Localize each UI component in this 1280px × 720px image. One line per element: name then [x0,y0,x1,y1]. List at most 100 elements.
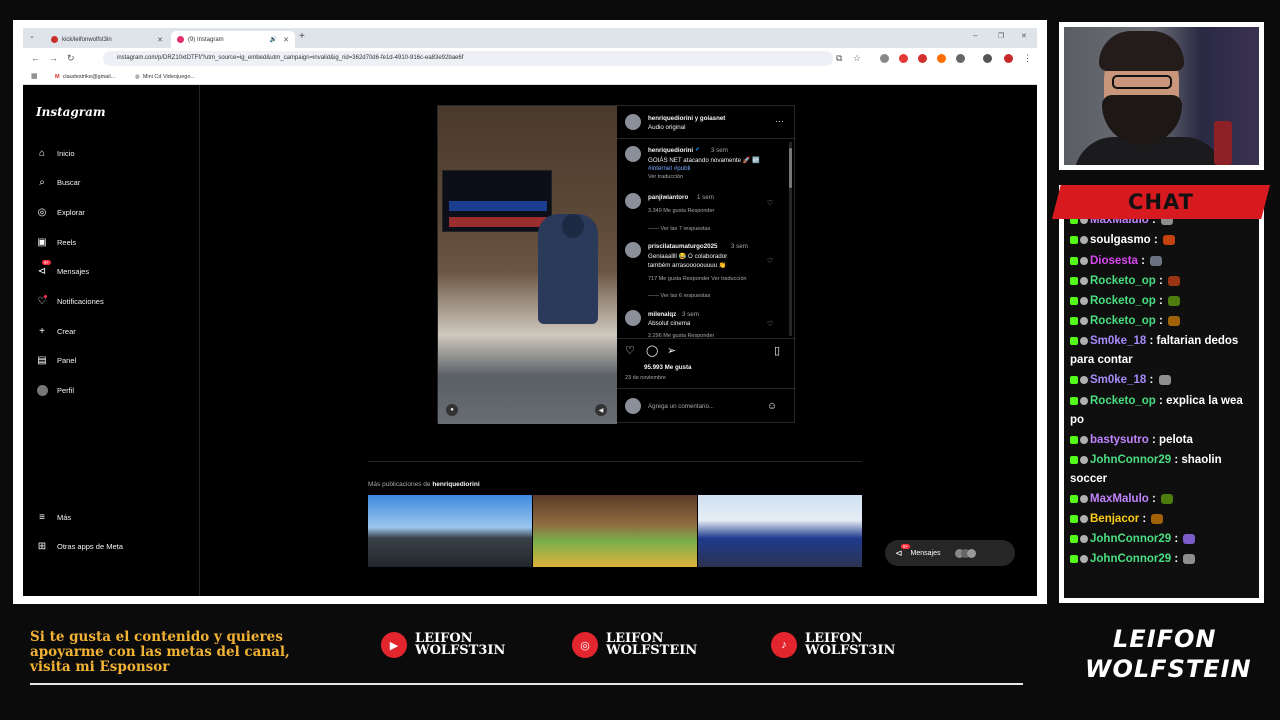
chat-username[interactable]: Sm0ke_18 [1090,335,1146,347]
puzzle-icon[interactable] [956,54,965,63]
sub-badge-icon [1080,535,1088,544]
maximize-icon[interactable]: ❐ [998,32,1004,40]
see-translation-link[interactable]: Ver traducción [648,174,683,180]
share-icon[interactable]: ➢ [667,344,676,357]
comment-like-icon[interactable]: ♡ [767,257,773,265]
avatar[interactable] [625,114,641,130]
chat-username[interactable]: MaxMalulo [1090,493,1149,505]
comment-user[interactable]: priscilataumaturgo2025 [648,243,717,250]
comment-meta[interactable]: 717 Me gusta Responder Ver traducción [648,276,746,282]
comment-user[interactable]: milenalqz [648,311,676,318]
chat-username[interactable]: JohnConnor29 [1090,533,1171,545]
bookmark-gmail[interactable]: M claudestrike@gmail... [55,74,115,80]
sub-badge-icon [1080,337,1088,346]
nav-mensajes[interactable]: ⊲ 9+ Mensajes [36,260,89,278]
chat-username[interactable]: soulgasmo [1090,234,1151,246]
comment-meta[interactable]: 3.349 Me gusta Responder [648,208,714,214]
post-thumbnail[interactable] [368,495,532,567]
menu-dots-icon[interactable]: ⋮ [1023,53,1032,64]
bookmark-star-icon[interactable]: ☆ [853,53,861,64]
post-thumbnail[interactable] [698,495,862,567]
chat-username[interactable]: JohnConnor29 [1090,454,1171,466]
post-options-icon[interactable]: ··· [775,116,784,126]
nav-explorar[interactable]: ◎ Explorar [36,205,85,219]
caption-hashtags[interactable]: #internet #publi [648,165,690,172]
nav-perfil[interactable]: Perfil [36,383,74,397]
instagram-logo[interactable]: Instagram [36,105,106,119]
chat-username[interactable]: Rocketo_op [1090,315,1156,327]
tab-kick[interactable]: kick/leifonwolfst3in ✕ [45,31,169,48]
sub-badge-icon [1080,317,1088,326]
save-bookmark-icon[interactable]: ▯ [774,344,780,357]
comment-like-icon[interactable]: ♡ [767,199,773,207]
bookmark-minicd[interactable]: ◍ Mini Cd Videojuego... [135,74,195,80]
profile-avatar[interactable] [1004,54,1013,63]
avatar[interactable] [625,193,641,209]
nav-mas[interactable]: ≡ Más [36,510,71,524]
avatar[interactable] [625,146,641,162]
close-tab-icon[interactable]: ✕ [157,36,163,44]
nav-reels[interactable]: ▣ Reels [36,235,76,249]
chat-username[interactable]: JohnConnor29 [1090,553,1171,565]
likes-count[interactable]: 95.993 Me gusta [644,364,691,371]
chat-username[interactable]: Benjacor [1090,513,1139,525]
chat-username[interactable]: Rocketo_op [1090,275,1156,287]
scrollbar[interactable] [789,142,792,336]
nav-otras-apps[interactable]: ⊞ Otras apps de Meta [36,539,123,553]
nav-crear[interactable]: + Crear [36,324,76,338]
chat-username[interactable]: Rocketo_op [1090,395,1156,407]
nav-inicio[interactable]: ⌂ Inicio [36,146,75,160]
chat-separator: : [1155,295,1167,307]
minimize-icon[interactable]: – [973,31,977,40]
post-video[interactable]: ● ◀ [438,106,617,424]
emote-icon [1183,554,1196,565]
user-tag-icon[interactable]: ● [446,404,458,416]
avatar[interactable] [625,242,641,258]
tab-search-icon[interactable]: ⌄ [29,32,35,40]
extension-icon[interactable] [899,54,908,63]
forward-icon[interactable]: → [49,53,58,63]
install-icon[interactable]: ⧉ [836,53,842,64]
chat-username[interactable]: Diosesta [1090,255,1138,267]
extension-icon[interactable] [880,54,889,63]
caption-author[interactable]: henriquediorini [648,147,693,154]
chat-message: bastysutro : pelota [1070,431,1259,450]
nav-buscar[interactable]: ⌕ Buscar [36,175,80,189]
avatar[interactable] [625,310,641,326]
back-icon[interactable]: ← [31,53,40,63]
new-tab-button[interactable]: + [299,31,305,42]
more-posts-user[interactable]: henriquediorini [432,481,479,488]
chat-username[interactable]: Sm0ke_18 [1090,374,1146,386]
chat-panel: JohnConnor29 : MaxMalulo : soulgasmo : D… [1059,185,1264,603]
chat-separator: : [1155,394,1167,407]
reload-icon[interactable]: ↻ [67,53,75,64]
metamask-icon[interactable] [937,54,946,63]
close-tab-icon[interactable]: ✕ [283,36,289,44]
nav-panel[interactable]: ▤ Panel [36,353,76,367]
apps-grid-icon[interactable]: ▦ [31,72,38,80]
speaker-icon[interactable]: 🔊 [270,36,277,43]
view-replies[interactable]: —— Ver las 6 respuestas [648,293,710,299]
chat-messages[interactable]: JohnConnor29 : MaxMalulo : soulgasmo : D… [1064,190,1259,598]
view-replies[interactable]: —— Ver las 7 respuestas [648,226,710,232]
extension-icon[interactable] [983,54,992,63]
post-authors[interactable]: henriquediorini y goiasnet [648,115,725,122]
nav-notificaciones[interactable]: ♡ Notificaciones [36,294,104,308]
comment-like-icon[interactable]: ♡ [767,320,773,328]
url-field[interactable]: instagram.com/p/DRZ10xtDTFf/?utm_source=… [103,51,833,66]
emoji-icon[interactable]: ☺ [767,401,777,412]
chat-username[interactable]: Rocketo_op [1090,295,1156,307]
chat-username[interactable]: bastysutro [1090,434,1149,446]
opera-icon[interactable] [918,54,927,63]
comment-user[interactable]: panjiwiantoro [648,194,688,201]
url-text: instagram.com/p/DRZ10xtDTFf/?utm_source=… [117,55,464,61]
messages-pill[interactable]: ⊲ 9+ Mensajes [885,540,1015,566]
audio-link[interactable]: Audio original [648,124,686,131]
tab-instagram[interactable]: (9) Instagram 🔊 ✕ [171,31,295,48]
comment-input[interactable]: Agrega un comentario... [648,403,714,410]
comment-icon[interactable]: ◯ [646,344,658,357]
post-thumbnail[interactable] [533,495,697,567]
window-close-icon[interactable]: ✕ [1021,32,1027,40]
like-heart-icon[interactable]: ♡ [625,344,635,357]
mute-icon[interactable]: ◀ [595,404,607,416]
